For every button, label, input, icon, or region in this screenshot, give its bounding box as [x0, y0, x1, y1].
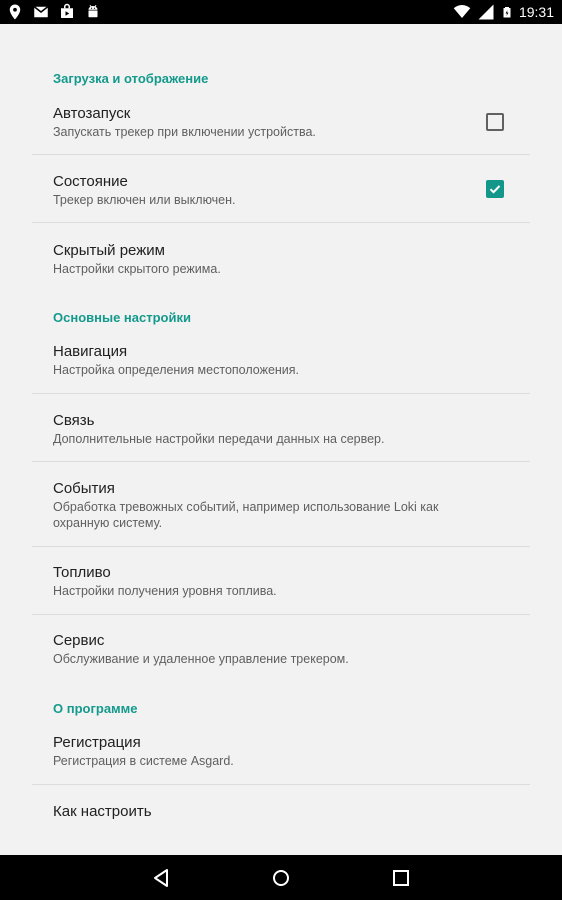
section-header-loading: Загрузка и отображение	[53, 71, 209, 86]
pref-title: События	[53, 480, 115, 497]
pref-title: Навигация	[53, 343, 128, 360]
back-icon[interactable]	[150, 867, 172, 889]
pref-title: Связь	[53, 412, 95, 429]
pref-service[interactable]: Сервис Обслуживание и удаленное управлен…	[0, 632, 562, 680]
signal-icon	[478, 4, 494, 20]
battery-icon	[503, 7, 511, 18]
divider	[32, 546, 530, 547]
pref-connection[interactable]: Связь Дополнительные настройки передачи …	[0, 412, 562, 460]
pref-title: Регистрация	[53, 734, 141, 751]
section-header-main: Основные настройки	[53, 310, 191, 325]
pref-title: Скрытый режим	[53, 242, 165, 259]
pref-summary: Настройки получения уровня топлива.	[53, 584, 277, 598]
pref-summary: Настройка определения местоположения.	[53, 363, 300, 377]
state-checkbox[interactable]	[486, 180, 504, 198]
divider	[32, 614, 530, 615]
settings-list[interactable]: Загрузка и отображение Автозапуск Запуск…	[0, 24, 562, 855]
wifi-icon	[453, 4, 471, 18]
pref-title: Состояние	[53, 173, 128, 190]
status-bar-notifications	[6, 3, 102, 21]
status-bar: 19:31	[0, 0, 562, 24]
divider	[32, 461, 530, 462]
pref-summary: Дополнительные настройки передачи данных…	[53, 432, 385, 446]
pref-summary: Запускать трекер при включении устройств…	[53, 125, 316, 139]
pref-summary: Настройки скрытого режима.	[53, 262, 221, 276]
section-header-about: О программе	[53, 701, 138, 716]
pref-howto[interactable]: Как настроить	[0, 803, 562, 851]
location-pin-icon	[9, 4, 21, 20]
navigation-bar	[0, 855, 562, 900]
pref-hidden-mode[interactable]: Скрытый режим Настройки скрытого режима.	[0, 242, 562, 290]
pref-summary: Регистрация в системе Asgard.	[53, 754, 234, 768]
pref-state[interactable]: Состояние Трекер включен или выключен.	[0, 173, 562, 221]
pref-fuel[interactable]: Топливо Настройки получения уровня топли…	[0, 564, 562, 612]
recents-icon[interactable]	[390, 867, 412, 889]
pref-title: Топливо	[53, 564, 111, 581]
divider	[32, 393, 530, 394]
check-icon	[489, 185, 501, 194]
divider	[32, 784, 530, 785]
pref-title: Автозапуск	[53, 105, 131, 122]
home-icon[interactable]	[270, 867, 292, 889]
pref-summary: Трекер включен или выключен.	[53, 193, 236, 207]
pref-autostart[interactable]: Автозапуск Запускать трекер при включени…	[0, 105, 562, 153]
pref-title: Сервис	[53, 632, 105, 649]
status-bar-system: 19:31	[453, 2, 554, 22]
divider	[32, 154, 530, 155]
mail-icon	[33, 6, 49, 18]
pref-events[interactable]: События Обработка тревожных событий, нап…	[0, 480, 562, 546]
autostart-checkbox[interactable]	[486, 113, 504, 131]
pref-summary: Обслуживание и удаленное управление трек…	[53, 652, 349, 666]
pref-title: Как настроить	[53, 803, 152, 820]
divider	[32, 222, 530, 223]
pref-navigation[interactable]: Навигация Настройка определения местопол…	[0, 343, 562, 391]
shopping-bag-icon	[61, 3, 73, 18]
pref-summary: Обработка тревожных событий, например ис…	[53, 500, 439, 530]
pref-registration[interactable]: Регистрация Регистрация в системе Asgard…	[0, 734, 562, 782]
android-icon	[88, 4, 98, 18]
status-bar-time: 19:31	[518, 4, 554, 20]
